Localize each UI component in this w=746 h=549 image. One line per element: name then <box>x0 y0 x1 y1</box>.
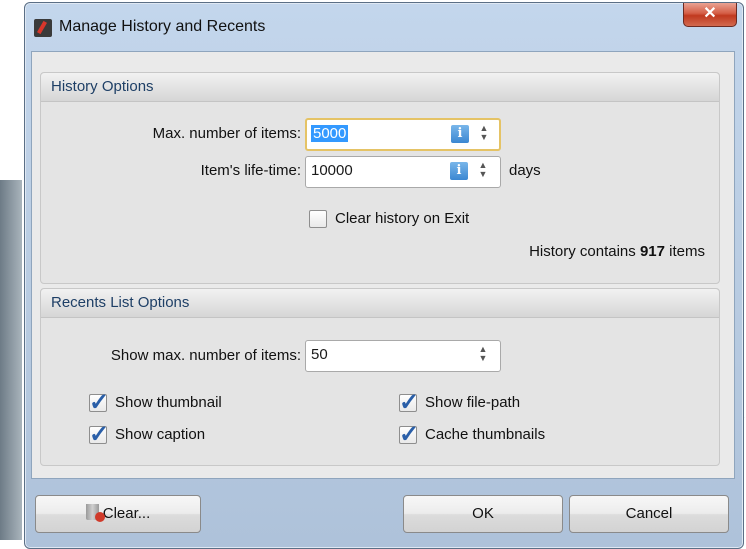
trash-icon <box>85 504 105 523</box>
cache-thumbnails-checkbox[interactable] <box>399 420 419 449</box>
recents-options-group: Recents List Options Show max. number of… <box>40 288 720 466</box>
show-caption-label: Show caption <box>115 426 206 443</box>
show-thumbnail-label: Show thumbnail <box>115 394 222 411</box>
recents-options-header: Recents List Options <box>41 289 719 318</box>
recents-max-items-value: 50 <box>311 346 328 363</box>
cancel-button-label: Cancel <box>625 505 673 522</box>
show-thumbnail-checkbox[interactable] <box>89 388 109 417</box>
ok-button-label: OK <box>472 505 494 522</box>
info-icon[interactable]: i <box>450 162 468 180</box>
history-options-group: History Options Max. number of items: 50… <box>40 72 720 284</box>
background-image <box>0 180 22 540</box>
dialog-client: History Options Max. number of items: 50… <box>31 51 735 479</box>
pdf-editor-icon <box>34 19 52 37</box>
lifetime-input[interactable]: 10000 i ▲ ▼ <box>305 156 501 188</box>
max-items-input[interactable]: 5000 i ▲ ▼ <box>305 118 501 151</box>
history-count: 917 <box>639 243 665 260</box>
clear-history-on-exit-checkbox[interactable] <box>309 210 327 228</box>
max-items-value: 5000 <box>311 125 349 142</box>
recents-max-items-input[interactable]: 50 ▲ ▼ <box>305 340 501 372</box>
ok-button[interactable]: OK <box>403 495 563 533</box>
lifetime-label: Item's life-time: <box>200 162 301 179</box>
history-count-text: History contains 917 items <box>529 243 705 260</box>
spinner-arrows-icon[interactable]: ▲ ▼ <box>476 161 490 181</box>
info-icon[interactable]: i <box>451 125 469 143</box>
cancel-button[interactable]: Cancel <box>569 495 729 533</box>
history-info-prefix: History contains <box>529 243 636 260</box>
history-options-header: History Options <box>41 73 719 102</box>
history-info-suffix: items <box>669 243 705 260</box>
title-bar[interactable]: Manage History and Recents ✕ <box>25 3 743 51</box>
clear-button-label: Clear... <box>102 505 151 522</box>
lifetime-value: 10000 <box>311 162 353 179</box>
spinner-arrows-icon[interactable]: ▲ ▼ <box>477 124 491 144</box>
show-caption-checkbox[interactable] <box>89 420 109 449</box>
clear-button[interactable]: Clear... <box>35 495 201 533</box>
window-title: Manage History and Recents <box>59 18 266 35</box>
show-file-path-checkbox[interactable] <box>399 388 419 417</box>
recents-max-items-label: Show max. number of items: <box>110 347 301 364</box>
manage-history-dialog: Manage History and Recents ✕ History Opt… <box>24 2 744 549</box>
max-items-label: Max. number of items: <box>152 125 301 142</box>
lifetime-unit: days <box>509 162 541 179</box>
spinner-arrows-icon[interactable]: ▲ ▼ <box>476 345 490 365</box>
show-file-path-label: Show file-path <box>425 394 521 411</box>
cache-thumbnails-label: Cache thumbnails <box>425 426 546 443</box>
close-button[interactable]: ✕ <box>683 3 737 27</box>
clear-history-on-exit-label: Clear history on Exit <box>335 210 470 227</box>
